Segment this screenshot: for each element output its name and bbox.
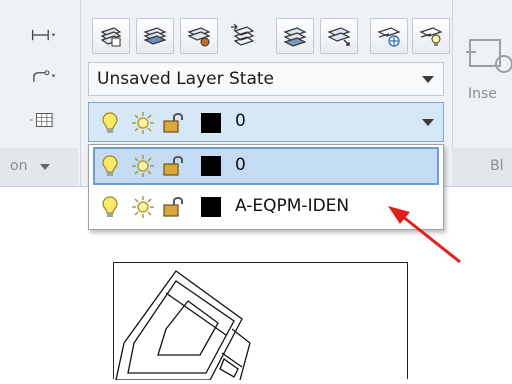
table-icon xyxy=(30,113,53,127)
unlock-icon[interactable] xyxy=(161,111,185,135)
dimension-linear-icon xyxy=(31,29,56,41)
sun-icon[interactable] xyxy=(131,111,155,135)
layer-off-icon xyxy=(283,27,307,47)
layer-state-dropdown[interactable]: Unsaved Layer State xyxy=(88,62,444,96)
layer-list-item-0[interactable]: 0 xyxy=(93,147,439,185)
unlock-icon[interactable] xyxy=(161,195,185,219)
chevron-down-icon[interactable] xyxy=(422,119,434,126)
make-current-button[interactable] xyxy=(136,18,174,54)
layer-color-swatch[interactable] xyxy=(201,197,221,217)
layer-state-value: Unsaved Layer State xyxy=(97,69,275,89)
lightbulb-icon[interactable] xyxy=(101,154,119,178)
layer-off-button[interactable] xyxy=(276,18,314,54)
match-layer-button[interactable] xyxy=(180,18,218,54)
chevron-down-icon[interactable] xyxy=(422,76,434,83)
insert-block-icon xyxy=(466,39,512,73)
match-layer-icon xyxy=(187,27,211,47)
layer-on-icon xyxy=(419,27,443,46)
panel-divider xyxy=(80,0,81,186)
layer-isolate-icon xyxy=(327,27,351,46)
make-current-icon xyxy=(143,27,167,45)
layer-properties-icon xyxy=(100,27,122,47)
layer-freeze-icon xyxy=(377,27,401,47)
layer-previous-icon xyxy=(231,23,255,46)
lightbulb-icon[interactable] xyxy=(101,111,119,135)
layer-color-swatch[interactable] xyxy=(201,156,221,176)
layer-name: 0 xyxy=(235,155,246,175)
layer-color-swatch[interactable] xyxy=(201,113,221,133)
unlock-icon[interactable] xyxy=(161,154,185,178)
layer-freeze-button[interactable] xyxy=(370,18,408,54)
layer-dropdown[interactable]: 0 xyxy=(88,102,444,142)
panel-label-left: on xyxy=(10,158,28,174)
layer-previous-button[interactable] xyxy=(224,18,260,52)
callout-arrow-icon xyxy=(388,206,461,264)
insert-block-button[interactable]: Inse xyxy=(462,30,512,110)
layer-isolate-button[interactable] xyxy=(320,18,358,54)
sun-icon[interactable] xyxy=(131,154,155,178)
current-layer-name: 0 xyxy=(235,111,246,131)
lightbulb-icon[interactable] xyxy=(101,195,119,219)
panel-expand-icon[interactable] xyxy=(40,164,50,170)
insert-label: Inse xyxy=(468,86,497,102)
drawing-canvas[interactable] xyxy=(113,262,408,381)
sun-icon[interactable] xyxy=(131,195,155,219)
dimension-linear-button[interactable] xyxy=(22,20,64,50)
panel-label-right: Bl xyxy=(490,158,504,174)
layer-name: A-EQPM-IDEN xyxy=(235,196,350,216)
layer-on-button[interactable] xyxy=(412,18,450,54)
leader-button[interactable] xyxy=(22,60,64,92)
equipment-drawing xyxy=(115,270,251,381)
table-button[interactable] xyxy=(22,104,64,136)
layer-properties-button[interactable] xyxy=(92,18,130,54)
leader-icon xyxy=(33,70,56,82)
